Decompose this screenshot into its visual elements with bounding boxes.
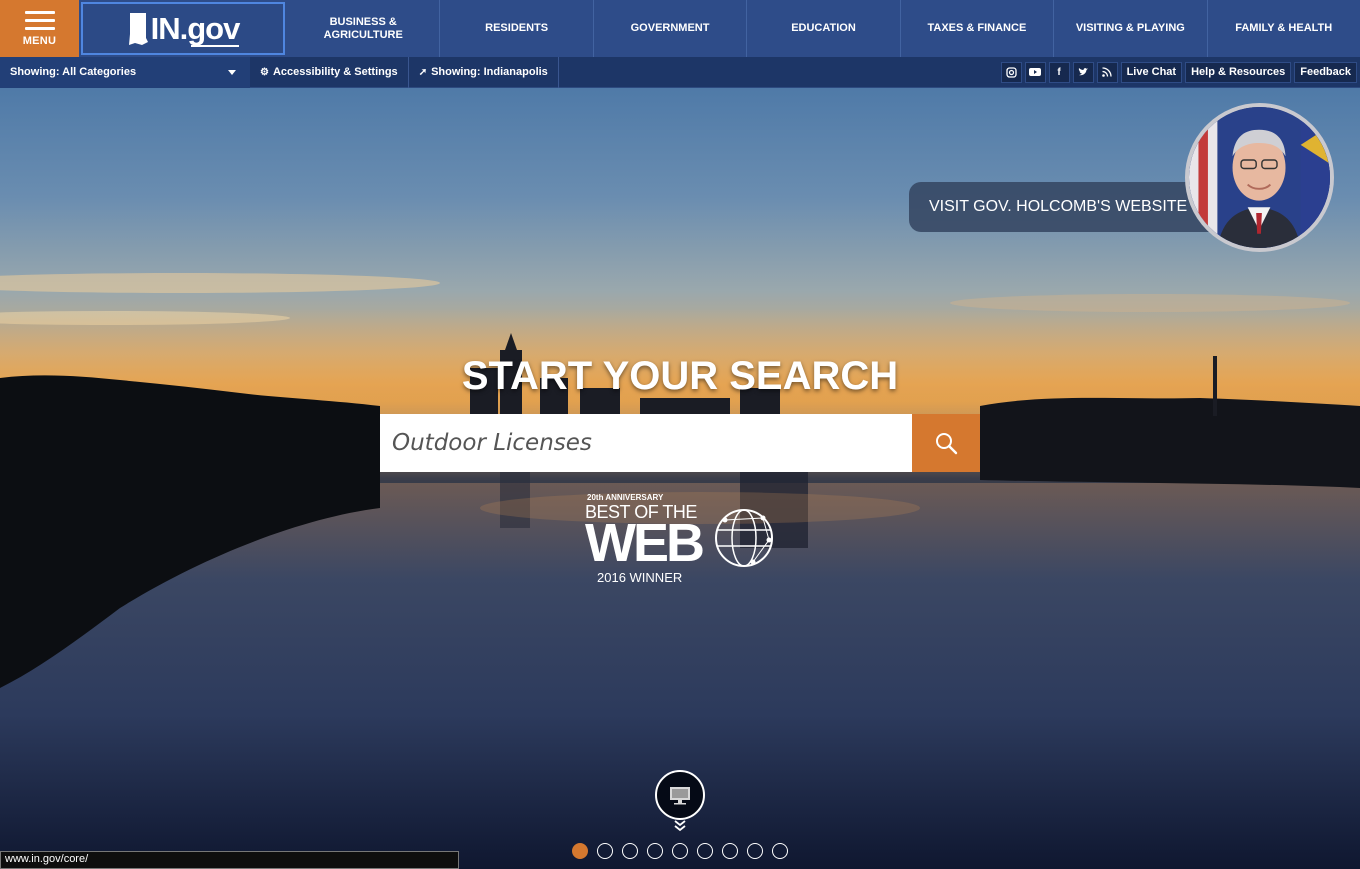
slide-dot-2[interactable] bbox=[597, 843, 613, 859]
help-resources-link[interactable]: Help & Resources bbox=[1185, 61, 1292, 83]
nav-visiting-playing[interactable]: VISITING & PLAYING bbox=[1053, 0, 1206, 57]
gear-icon: ⚙ bbox=[260, 66, 269, 78]
ingov-logo-link[interactable]: IN.gov bbox=[81, 2, 285, 55]
governor-photo[interactable] bbox=[1185, 103, 1334, 252]
instagram-icon[interactable] bbox=[1000, 61, 1022, 83]
search-button[interactable] bbox=[912, 414, 980, 472]
feedback-link[interactable]: Feedback bbox=[1294, 61, 1357, 83]
rss-icon[interactable] bbox=[1096, 61, 1118, 83]
main-nav: BUSINESS & AGRICULTURE RESIDENTS GOVERNM… bbox=[287, 0, 1360, 57]
slide-dot-1[interactable] bbox=[572, 843, 588, 859]
slide-indicators bbox=[572, 843, 797, 859]
location-label: Showing: Indianapolis bbox=[431, 66, 548, 78]
slide-dot-5[interactable] bbox=[672, 843, 688, 859]
best-of-web-award: 20th ANNIVERSARY BEST OF THE WEB 2016 WI… bbox=[585, 492, 775, 587]
slide-dot-7[interactable] bbox=[722, 843, 738, 859]
award-winner: 2016 WINNER bbox=[597, 570, 683, 585]
nav-government[interactable]: GOVERNMENT bbox=[592, 0, 746, 57]
category-select[interactable]: Showing: All Categories bbox=[0, 56, 250, 88]
hero-banner: START YOUR SEARCH 20th ANNIVERSARY BEST … bbox=[0, 88, 1360, 869]
slide-dot-6[interactable] bbox=[697, 843, 713, 859]
slide-dot-9[interactable] bbox=[772, 843, 788, 859]
hamburger-icon bbox=[24, 10, 55, 31]
search-title: START YOUR SEARCH bbox=[461, 354, 899, 398]
award-anniversary: 20th ANNIVERSARY bbox=[587, 493, 664, 502]
nav-business-agriculture[interactable]: BUSINESS & AGRICULTURE bbox=[287, 0, 439, 57]
category-select-label: Showing: All Categories bbox=[10, 66, 137, 78]
nav-residents[interactable]: RESIDENTS bbox=[439, 0, 592, 57]
utility-links: f Live Chat Help & Resources Feedback bbox=[998, 57, 1360, 88]
monitor-icon bbox=[670, 787, 690, 805]
slide-dot-4[interactable] bbox=[647, 843, 663, 859]
twitter-icon[interactable] bbox=[1072, 61, 1094, 83]
menu-button[interactable]: MENU bbox=[0, 0, 79, 57]
utility-bar: Showing: All Categories ⚙ Accessibility … bbox=[0, 56, 1360, 88]
search-icon bbox=[936, 433, 958, 455]
slide-dot-8[interactable] bbox=[747, 843, 763, 859]
live-chat-link[interactable]: Live Chat bbox=[1120, 61, 1183, 83]
location-link[interactable]: ➚ Showing: Indianapolis bbox=[409, 56, 559, 88]
accessibility-settings-link[interactable]: ⚙ Accessibility & Settings bbox=[250, 56, 409, 88]
award-web: WEB bbox=[585, 513, 705, 573]
menu-label: MENU bbox=[22, 34, 57, 47]
browser-status-url: www.in.gov/core/ bbox=[0, 851, 459, 869]
nav-taxes-finance[interactable]: TAXES & FINANCE bbox=[899, 0, 1053, 57]
accessibility-label: Accessibility & Settings bbox=[272, 66, 398, 78]
top-navigation: MENU IN.gov BUSINESS & AGRICULTURE RESID… bbox=[0, 0, 1360, 57]
globe-network-icon bbox=[715, 509, 773, 567]
indiana-state-icon bbox=[128, 12, 148, 45]
caret-down-icon bbox=[228, 69, 236, 75]
search-input[interactable] bbox=[380, 414, 912, 472]
location-arrow-icon: ➚ bbox=[418, 66, 428, 78]
facebook-icon[interactable]: f bbox=[1048, 61, 1070, 83]
search-form bbox=[380, 414, 980, 472]
nav-education[interactable]: EDUCATION bbox=[746, 0, 899, 57]
logo-text: IN.gov bbox=[150, 11, 240, 47]
scroll-down-icon[interactable] bbox=[673, 820, 687, 834]
youtube-icon[interactable] bbox=[1024, 61, 1046, 83]
slideshow-button[interactable] bbox=[655, 770, 705, 820]
slide-dot-3[interactable] bbox=[622, 843, 638, 859]
nav-family-health[interactable]: FAMILY & HEALTH bbox=[1206, 0, 1360, 57]
governor-website-link[interactable]: VISIT GOV. HOLCOMB'S WEBSITE bbox=[909, 182, 1209, 232]
